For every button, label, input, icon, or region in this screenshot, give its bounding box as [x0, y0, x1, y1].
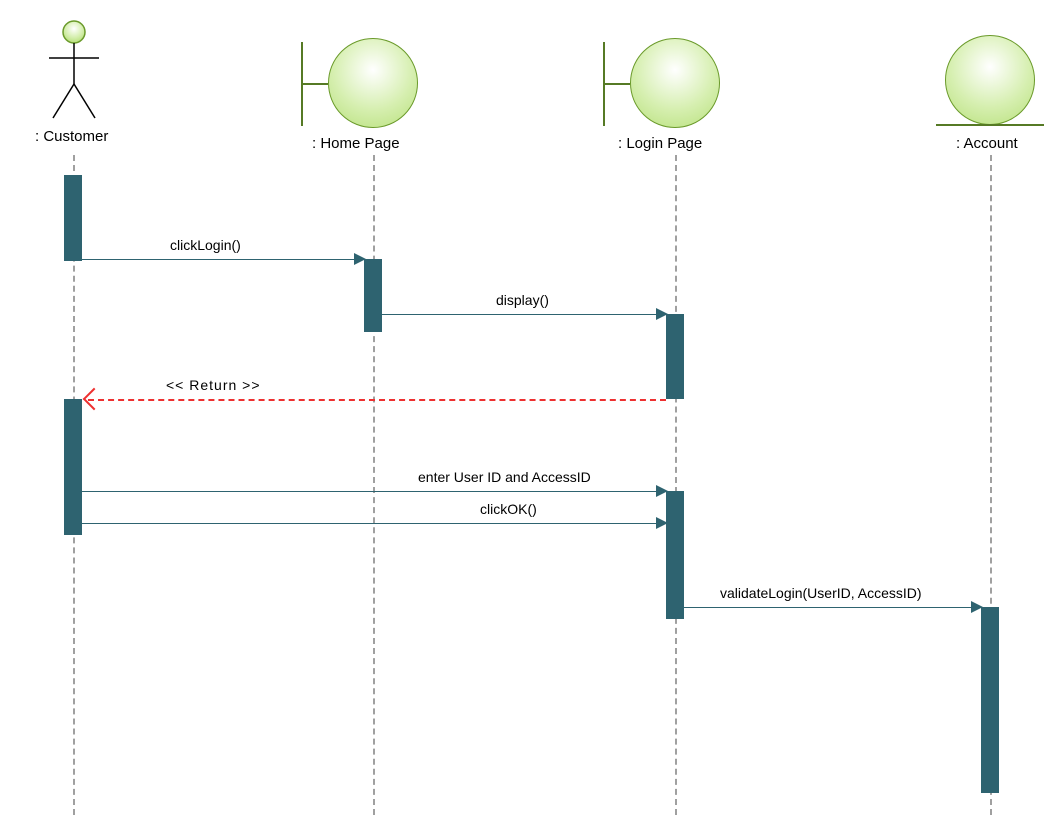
msg-label-enter-credentials: enter User ID and AccessID: [418, 469, 591, 485]
arrowhead-icon: [656, 517, 668, 529]
entity-circle-icon: [945, 35, 1035, 125]
activation-account-1: [981, 607, 999, 793]
participant-label-homepage: : Home Page: [312, 135, 400, 152]
boundary-stem-icon: [301, 83, 328, 85]
arrowhead-icon: [656, 308, 668, 320]
msg-label-validatelogin: validateLogin(UserID, AccessID): [720, 585, 922, 601]
lifeline-homepage: [373, 155, 375, 815]
msg-label-clicklogin: clickLogin(): [170, 237, 241, 253]
msg-label-clickok: clickOK(): [480, 501, 537, 517]
msg-clicklogin: [82, 259, 356, 260]
participant-label-account: : Account: [956, 135, 1018, 152]
arrowhead-icon: [656, 485, 668, 497]
activation-loginpage-1: [666, 314, 684, 399]
actor-icon: [43, 18, 105, 128]
msg-enter-credentials: [82, 491, 658, 492]
activation-customer-1: [64, 175, 82, 261]
msg-return: [88, 399, 666, 401]
msg-label-display: display(): [496, 292, 549, 308]
boundary-stem-icon: [603, 83, 630, 85]
msg-display: [382, 314, 658, 315]
boundary-circle-icon: [630, 38, 720, 128]
entity-base-icon: [936, 124, 1044, 126]
lifeline-loginpage: [675, 155, 677, 815]
actor-label-customer: : Customer: [35, 128, 108, 145]
activation-homepage-1: [364, 259, 382, 332]
msg-validatelogin: [684, 607, 973, 608]
msg-clickok: [82, 523, 658, 524]
sequence-diagram: : Customer : Home Page : Login Page : Ac…: [0, 0, 1064, 830]
arrowhead-icon: [971, 601, 983, 613]
arrowhead-icon: [354, 253, 366, 265]
msg-label-return: << Return >>: [166, 377, 261, 393]
activation-customer-2: [64, 399, 82, 535]
participant-label-loginpage: : Login Page: [618, 135, 702, 152]
arrowhead-open-icon: [83, 388, 106, 411]
boundary-circle-icon: [328, 38, 418, 128]
activation-loginpage-2: [666, 491, 684, 619]
